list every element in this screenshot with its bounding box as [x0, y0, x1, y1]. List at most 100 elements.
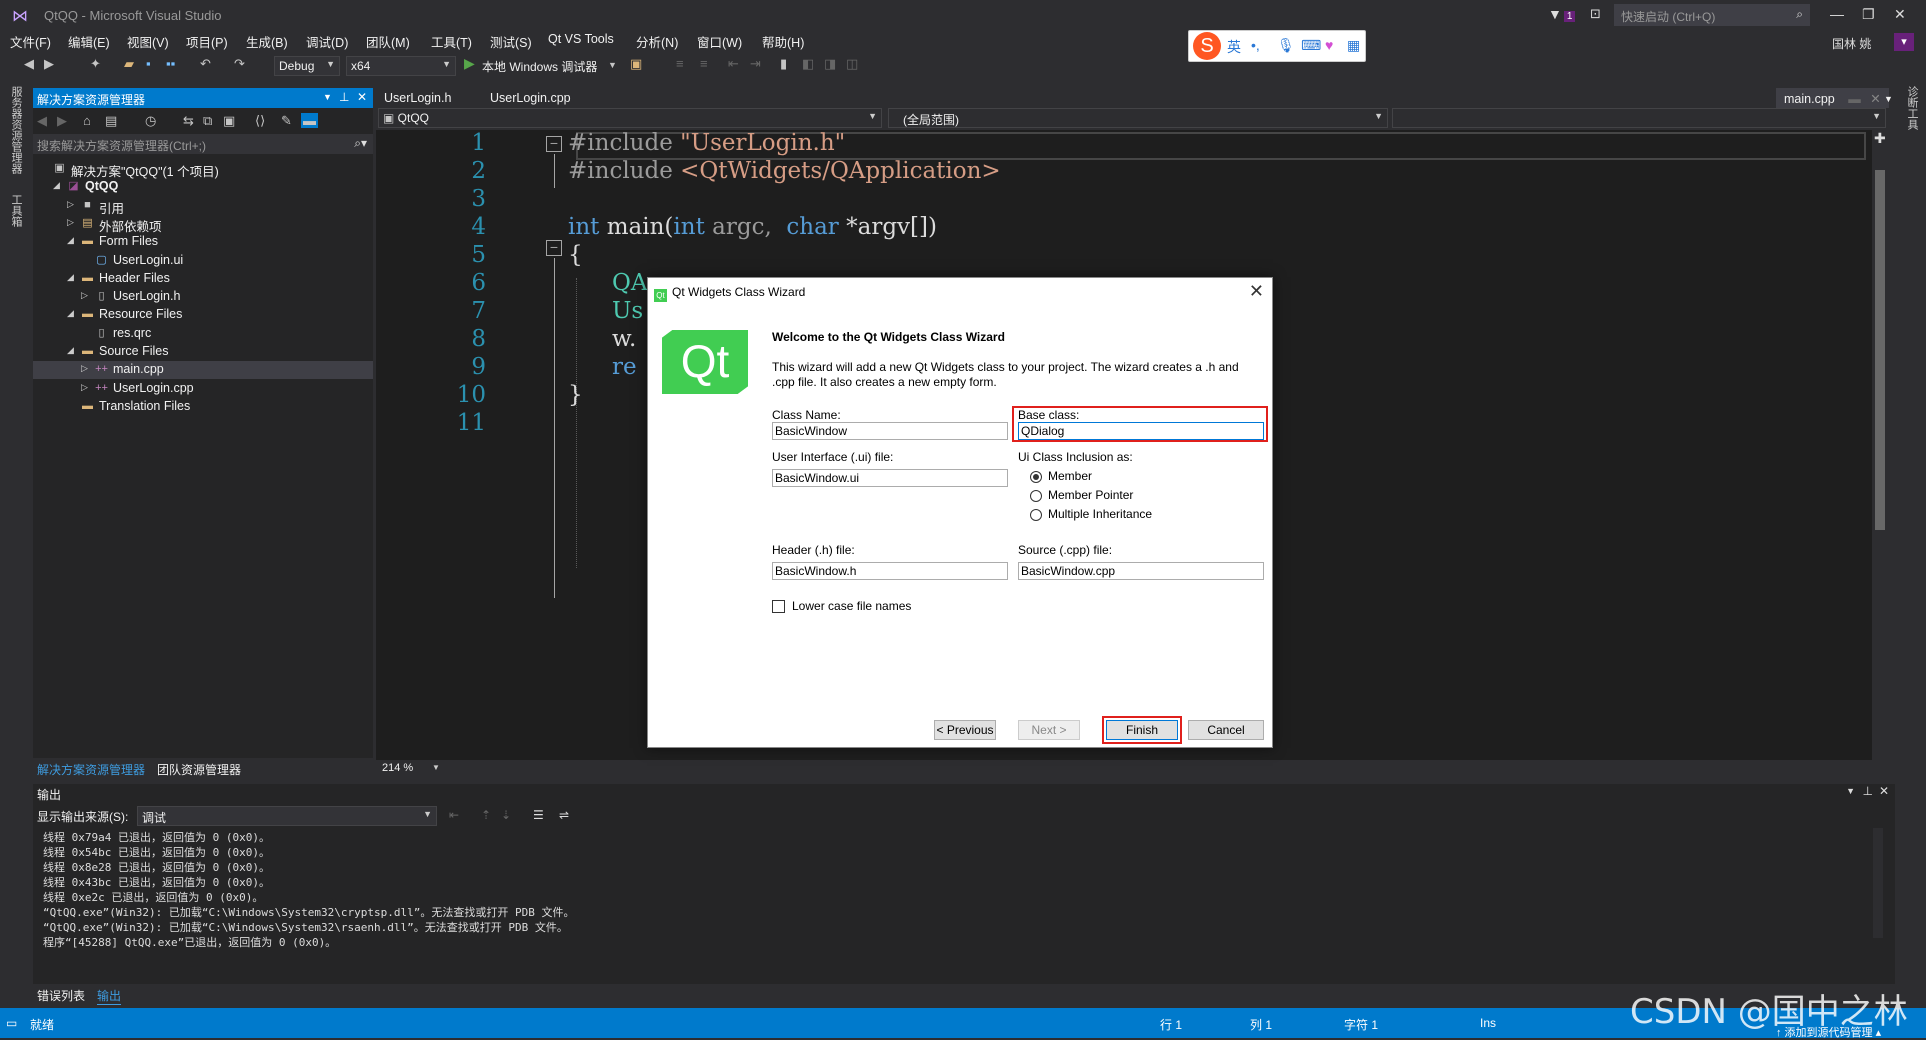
close-window-button[interactable]: ✕: [1894, 6, 1906, 23]
tree-item[interactable]: ▷ ▯ UserLogin.h: [33, 288, 373, 306]
menu-project[interactable]: 项目(P): [186, 32, 228, 51]
prev-message-icon[interactable]: ⇡: [481, 808, 491, 822]
fold-collapse-icon[interactable]: −: [546, 136, 562, 152]
close-icon[interactable]: ✕: [1879, 784, 1889, 798]
toolbox-tab[interactable]: 工具箱: [8, 194, 24, 227]
diagnostic-tools-tab[interactable]: 诊断工具: [1904, 86, 1920, 130]
chevron-down-icon[interactable]: ▼: [323, 92, 332, 102]
forward-icon[interactable]: ▶: [44, 56, 54, 72]
history-icon[interactable]: ◷: [145, 113, 156, 129]
clear-bookmarks-icon[interactable]: ◫: [846, 56, 858, 72]
keyboard-icon[interactable]: ⌨: [1301, 37, 1321, 54]
lowercase-label[interactable]: Lower case file names: [792, 599, 911, 613]
tab-userlogin-h[interactable]: UserLogin.h: [376, 88, 459, 108]
output-scrollbar[interactable]: [1873, 828, 1883, 938]
tree-item[interactable]: ▷ ++ main.cpp: [33, 361, 373, 380]
word-wrap-icon[interactable]: ⇌: [559, 808, 569, 822]
chevron-down-icon[interactable]: ▼: [432, 763, 440, 772]
open-file-icon[interactable]: ▰: [124, 56, 134, 72]
radio-member[interactable]: [1030, 471, 1042, 483]
new-project-icon[interactable]: ✦: [90, 56, 101, 72]
notification-flag-icon[interactable]: ▼ 1: [1548, 6, 1576, 22]
tree-item[interactable]: ◢ ▬ Header Files: [33, 270, 373, 288]
menu-edit[interactable]: 编辑(E): [68, 32, 110, 51]
outdent-icon[interactable]: ⇤: [728, 56, 739, 72]
save-all-icon[interactable]: ▪▪: [166, 56, 175, 71]
feedback-icon[interactable]: ⊡: [1590, 6, 1601, 22]
prev-bookmark-icon[interactable]: ◧: [802, 56, 814, 72]
output-source-select[interactable]: 调试 ▼: [137, 806, 437, 826]
save-icon[interactable]: ▪: [146, 56, 151, 71]
tree-item[interactable]: ◢ ▬ Source Files: [33, 343, 373, 361]
collapse-arrow-icon[interactable]: ◢: [67, 308, 74, 319]
menu-window[interactable]: 窗口(W): [697, 32, 742, 51]
tree-item[interactable]: ▬ Translation Files: [33, 398, 373, 416]
pin-icon[interactable]: ⊥: [1863, 784, 1873, 798]
toolbox-grid-icon[interactable]: ▦: [1347, 37, 1360, 54]
lowercase-checkbox[interactable]: [772, 600, 785, 613]
forward-icon[interactable]: ▶: [57, 113, 67, 129]
zoom-level[interactable]: 214 %: [382, 762, 413, 774]
scope-select[interactable]: (全局范围) ▼: [888, 108, 1388, 128]
tree-item[interactable]: ◢ ▬ Resource Files: [33, 306, 373, 324]
restore-button[interactable]: ❐: [1862, 6, 1875, 23]
radio-member-label[interactable]: Member: [1048, 469, 1092, 483]
back-icon[interactable]: ◀: [24, 56, 34, 72]
menu-help[interactable]: 帮助(H): [762, 32, 804, 51]
start-debugging-button[interactable]: 本地 Windows 调试器: [482, 58, 597, 75]
preview-icon[interactable]: ▬: [301, 113, 318, 128]
quick-launch-input[interactable]: 快速启动 (Ctrl+Q) ⌕: [1614, 4, 1810, 26]
switch-views-icon[interactable]: ▤: [105, 113, 117, 129]
tree-item[interactable]: ▢ UserLogin.ui: [33, 252, 373, 270]
microphone-icon[interactable]: 🎙: [1277, 37, 1295, 54]
radio-multiple-inheritance[interactable]: [1030, 509, 1042, 521]
split-icon[interactable]: ✚: [1874, 130, 1886, 147]
chevron-down-icon[interactable]: ▼: [608, 60, 617, 70]
solution-platform-select[interactable]: x64 ▼: [346, 56, 456, 76]
punctuation-icon[interactable]: •,: [1251, 37, 1260, 53]
radio-member-pointer-label[interactable]: Member Pointer: [1048, 488, 1133, 502]
pin-icon[interactable]: ▬: [1848, 92, 1861, 106]
user-name[interactable]: 国林 姚: [1832, 35, 1871, 52]
member-select[interactable]: ▼: [1392, 108, 1886, 128]
collapse-arrow-icon[interactable]: ◢: [67, 345, 74, 356]
close-icon[interactable]: ✕: [357, 90, 367, 104]
collapse-arrow-icon[interactable]: ◢: [53, 180, 60, 191]
view-code-icon[interactable]: ⟨⟩: [255, 113, 265, 129]
radio-multiple-inheritance-label[interactable]: Multiple Inheritance: [1048, 507, 1152, 521]
align-left-icon[interactable]: ≡: [676, 56, 684, 71]
sync-icon[interactable]: ⇆: [183, 113, 194, 129]
previous-button[interactable]: < Previous: [934, 720, 996, 740]
fold-collapse-icon[interactable]: −: [546, 240, 562, 256]
indent-icon[interactable]: ⇥: [750, 56, 761, 72]
find-message-icon[interactable]: ⇤: [449, 808, 459, 822]
menu-tools[interactable]: 工具(T): [431, 32, 472, 51]
menu-view[interactable]: 视图(V): [127, 32, 169, 51]
collapse-arrow-icon[interactable]: ◢: [67, 272, 74, 283]
back-icon[interactable]: ◀: [37, 113, 47, 129]
editor-vertical-scrollbar[interactable]: ✚: [1872, 130, 1888, 760]
bookmark-icon[interactable]: ▮: [780, 56, 787, 72]
server-explorer-tab[interactable]: 服务器资源管理器: [8, 86, 24, 174]
browse-icon[interactable]: ▣: [630, 56, 642, 72]
cancel-button[interactable]: Cancel: [1188, 720, 1264, 740]
expand-arrow-icon[interactable]: ▷: [81, 290, 88, 301]
tree-item[interactable]: ▣ 解决方案"QtQQ"(1 个项目): [33, 160, 373, 179]
next-message-icon[interactable]: ⇣: [501, 808, 511, 822]
start-debugging-icon[interactable]: ▶: [464, 55, 475, 72]
skin-icon[interactable]: ♥: [1325, 37, 1333, 53]
next-bookmark-icon[interactable]: ◨: [824, 56, 836, 72]
tree-item[interactable]: ▷ ■ 引用: [33, 197, 373, 216]
expand-arrow-icon[interactable]: ▷: [81, 363, 88, 374]
menu-debug[interactable]: 调试(D): [306, 32, 348, 51]
menu-qt-vs-tools[interactable]: Qt VS Tools: [548, 32, 614, 46]
minimize-button[interactable]: —: [1830, 6, 1844, 22]
expand-arrow-icon[interactable]: ▷: [67, 199, 74, 210]
pin-icon[interactable]: ⊥: [339, 90, 349, 104]
menu-test[interactable]: 测试(S): [490, 32, 532, 51]
tab-solution-explorer[interactable]: 解决方案资源管理器: [37, 761, 145, 778]
tree-item[interactable]: ◢ ◪ QtQQ: [33, 178, 373, 196]
tab-error-list[interactable]: 错误列表: [37, 987, 85, 1004]
tree-item[interactable]: ▯ res.qrc: [33, 325, 373, 343]
tab-output[interactable]: 输出: [97, 987, 122, 1005]
